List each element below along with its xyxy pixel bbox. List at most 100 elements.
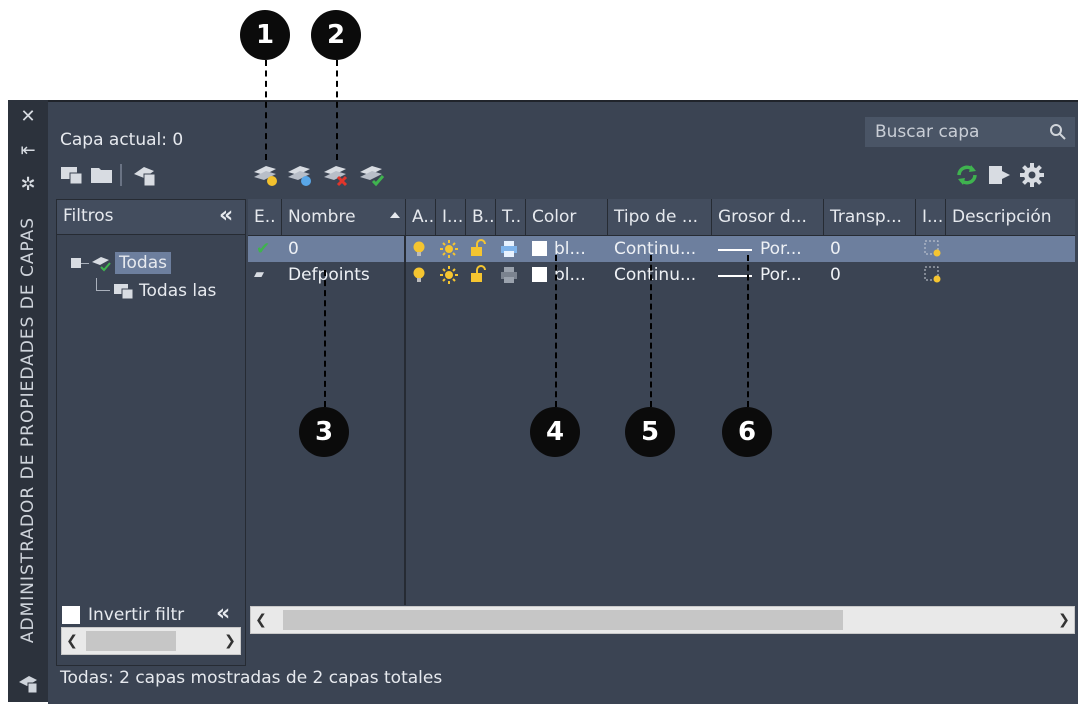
grid-hscrollbar[interactable]: ❮ ❯ xyxy=(250,606,1075,634)
used-layers-filter-icon xyxy=(114,284,134,300)
callout-2: 2 xyxy=(311,10,361,60)
color-swatch-white[interactable] xyxy=(532,241,547,256)
unlocked-icon[interactable] xyxy=(470,239,486,257)
search-icon[interactable] xyxy=(1049,123,1067,141)
invert-filter-label: Invertir filtr xyxy=(88,605,185,625)
filter-used-label: Todas las capas usadas xyxy=(139,281,217,304)
filter-tree-item-used[interactable]: Todas las capas usadas xyxy=(113,278,245,304)
scroll-right-arrow[interactable]: ❯ xyxy=(1054,607,1074,633)
column-linetype[interactable]: Tipo de ... xyxy=(608,199,712,235)
grid-header: E.. Nombre A.. I... B.. T.. Color Tipo d… xyxy=(248,199,1075,236)
tree-collapse-icon[interactable] xyxy=(71,258,81,268)
column-name[interactable]: Nombre xyxy=(282,199,406,235)
row-lineweight[interactable]: Por... xyxy=(760,236,802,262)
row-name[interactable]: Defpoints xyxy=(288,262,370,288)
column-plot[interactable]: T.. xyxy=(496,199,526,235)
filter-all-label: Todas xyxy=(115,252,171,274)
color-swatch-white[interactable] xyxy=(532,267,547,282)
collapse-filters-button[interactable]: « xyxy=(219,203,233,228)
search-placeholder: Buscar capa xyxy=(875,122,980,142)
row-linetype[interactable]: Continu... xyxy=(614,262,696,288)
settings-icon[interactable] xyxy=(986,162,1012,188)
filters-header: Filtros « xyxy=(57,200,245,235)
new-vp-freeze-icon[interactable] xyxy=(924,240,942,258)
palette-title-bar: ✕ ⇤ ✲ ADMINISTRADOR DE PROPIEDADES DE CA… xyxy=(8,100,48,702)
filter-tree-item-all[interactable]: Todas xyxy=(71,250,245,278)
row-status: ✔ xyxy=(256,239,271,259)
row-transparency[interactable]: 0 xyxy=(830,262,841,288)
callout-3-leader xyxy=(324,270,326,407)
row-color[interactable]: bl... xyxy=(554,262,586,288)
light-bulb-on-icon[interactable] xyxy=(412,266,426,284)
callout-3: 3 xyxy=(299,407,349,457)
column-transparency[interactable]: Transp... xyxy=(824,199,916,235)
scroll-left-arrow[interactable]: ❮ xyxy=(251,607,271,633)
callout-1-leader xyxy=(265,60,267,160)
row-name[interactable]: 0 xyxy=(288,236,299,262)
palette-title: ADMINISTRADOR DE PROPIEDADES DE CAPAS xyxy=(18,216,38,644)
new-property-filter-icon[interactable] xyxy=(60,164,84,186)
palette-content: Capa actual: 0 Buscar capa Filtros « Tod… xyxy=(48,100,1078,704)
callout-6: 6 xyxy=(722,407,772,457)
column-lock[interactable]: B.. xyxy=(466,199,496,235)
unlocked-icon[interactable] xyxy=(470,265,486,283)
column-color[interactable]: Color xyxy=(526,199,608,235)
callout-4-leader xyxy=(555,255,557,407)
tree-connector-horizontal xyxy=(96,290,110,291)
scroll-thumb[interactable] xyxy=(86,631,176,651)
callout-2-leader xyxy=(336,60,338,160)
filters-hscrollbar[interactable]: ❮ ❯ xyxy=(61,627,241,655)
new-vp-freeze-icon[interactable] xyxy=(924,266,942,284)
column-status[interactable]: E.. xyxy=(248,199,282,235)
close-icon[interactable]: ✕ xyxy=(8,106,48,127)
filters-panel: Filtros « Todas Todas las capas usadas xyxy=(56,199,246,666)
column-new-vp-freeze[interactable]: I... xyxy=(916,199,946,235)
column-on[interactable]: A.. xyxy=(406,199,436,235)
callout-5-leader xyxy=(650,255,652,407)
layer-row[interactable]: ✔ 0 bl... Continu... Por... 0 xyxy=(248,236,1075,262)
sun-thawed-icon[interactable] xyxy=(440,266,458,284)
row-status: ▰ xyxy=(254,267,264,282)
light-bulb-on-icon[interactable] xyxy=(412,240,426,258)
tree-connector-vertical xyxy=(96,278,97,290)
gear-icon[interactable] xyxy=(1018,161,1046,189)
new-group-filter-icon[interactable] xyxy=(90,164,114,186)
new-layer-vp-frozen-icon[interactable] xyxy=(286,162,314,188)
row-color[interactable]: bl... xyxy=(554,236,586,262)
row-linetype[interactable]: Continu... xyxy=(614,236,696,262)
column-description[interactable]: Descripción xyxy=(946,199,1075,235)
scroll-right-arrow[interactable]: ❯ xyxy=(220,628,240,654)
column-freeze[interactable]: I... xyxy=(436,199,466,235)
row-lineweight[interactable]: Por... xyxy=(760,262,802,288)
all-layers-filter-icon xyxy=(92,257,111,272)
delete-layer-icon[interactable] xyxy=(322,162,350,188)
scroll-left-arrow[interactable]: ❮ xyxy=(62,628,82,654)
layer-manager-icon xyxy=(8,672,48,699)
row-transparency[interactable]: 0 xyxy=(830,236,841,262)
toolbar-separator xyxy=(120,164,122,186)
refresh-icon[interactable] xyxy=(954,162,980,188)
printer-disabled-icon[interactable] xyxy=(500,266,518,284)
properties-icon[interactable]: ✲ xyxy=(8,174,48,195)
filters-title: Filtros xyxy=(63,206,114,226)
set-current-icon[interactable] xyxy=(358,162,386,188)
lineweight-line-icon xyxy=(718,249,752,251)
layers-grid: E.. Nombre A.. I... B.. T.. Color Tipo d… xyxy=(248,199,1075,602)
sun-thawed-icon[interactable] xyxy=(440,240,458,258)
new-layer-icon[interactable] xyxy=(252,162,280,188)
layer-row[interactable]: ▰ Defpoints bl... Continu... Por... 0 xyxy=(248,262,1075,288)
collapse-invert-button[interactable]: « xyxy=(216,601,230,626)
invert-filter-checkbox[interactable] xyxy=(62,606,80,624)
grid-column-separator xyxy=(404,235,406,605)
callout-6-leader xyxy=(747,255,749,407)
status-footer: Todas: 2 capas mostradas de 2 capas tota… xyxy=(60,668,443,688)
callout-1: 1 xyxy=(240,10,290,60)
search-input[interactable]: Buscar capa xyxy=(865,117,1075,147)
printer-icon[interactable] xyxy=(500,240,518,258)
layer-states-manager-icon[interactable] xyxy=(132,162,158,188)
column-lineweight[interactable]: Grosor d... xyxy=(712,199,824,235)
callout-5: 5 xyxy=(625,407,675,457)
callout-4: 4 xyxy=(530,407,580,457)
scroll-thumb[interactable] xyxy=(283,610,843,630)
autohide-icon[interactable]: ⇤ xyxy=(8,140,48,161)
